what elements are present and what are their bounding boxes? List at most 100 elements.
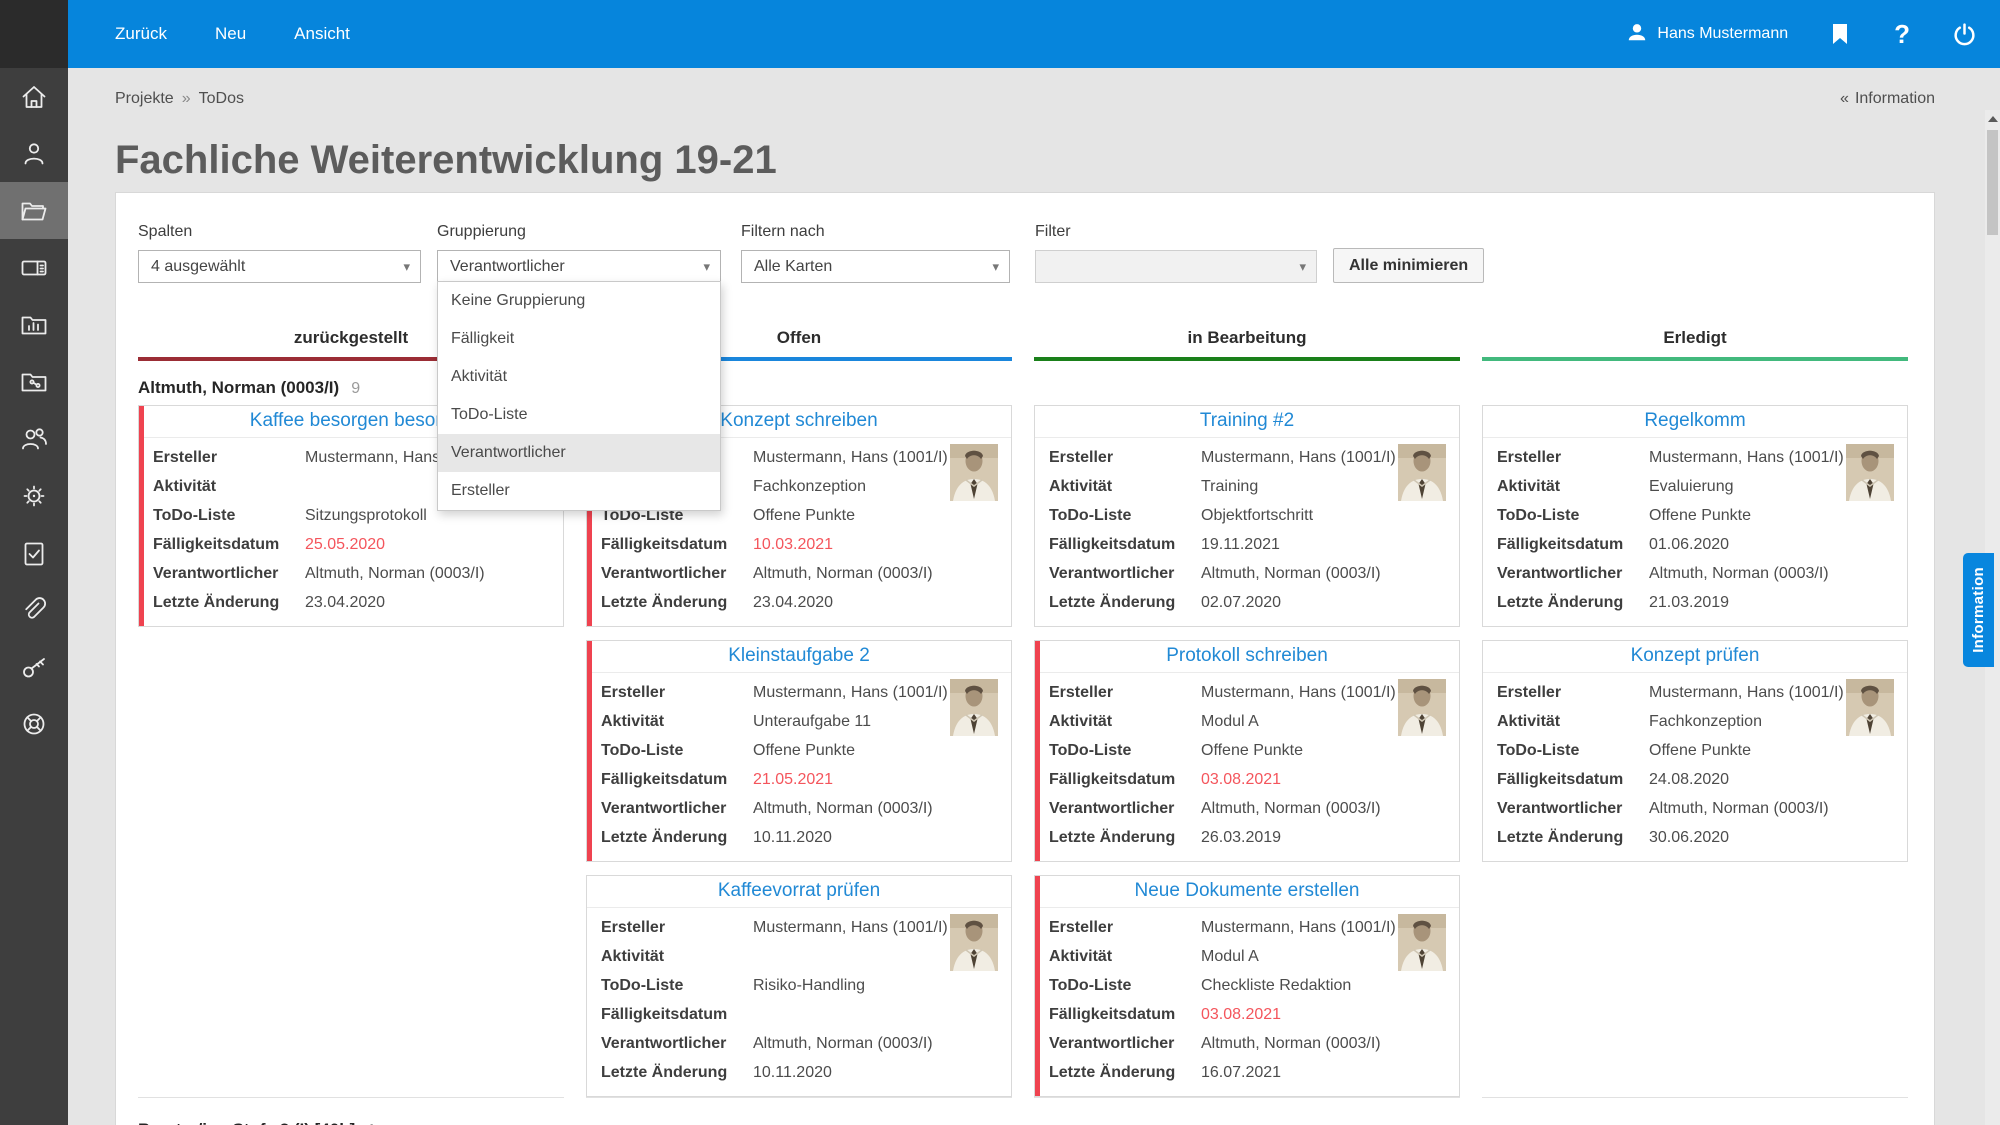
todo-card-fields: ErstellerMustermann, Hans (1001/I)Aktivi… <box>1483 438 1907 626</box>
sidebar-item-reports[interactable] <box>0 296 68 353</box>
todo-card-fields: ErstellerMustermann, Hans (1001/I)Aktivi… <box>1035 673 1459 861</box>
breadcrumb-todos[interactable]: ToDos <box>199 90 244 107</box>
scroll-up-arrow[interactable] <box>1988 116 1998 122</box>
user-icon <box>1626 21 1648 48</box>
field-label: Aktivität <box>1497 707 1649 736</box>
field-label: Fälligkeitsdatum <box>601 530 753 559</box>
gruppierung-option-keine-gruppierung[interactable]: Keine Gruppierung <box>438 282 720 320</box>
gruppierung-option-verantwortlicher[interactable]: Verantwortlicher <box>438 434 720 472</box>
bookmark-icon[interactable] <box>1830 22 1850 46</box>
chevron-down-icon: ▾ <box>703 259 710 275</box>
todo-card[interactable]: Kleinstaufgabe 2ErstellerMustermann, Han… <box>586 640 1012 862</box>
field-label: Ersteller <box>1497 678 1649 707</box>
information-tab[interactable]: Information <box>1963 553 1994 667</box>
todo-card[interactable]: Neue Dokumente erstellenErstellerMusterm… <box>1034 875 1460 1097</box>
chevron-down-icon: ▾ <box>403 259 410 275</box>
field-value: 25.05.2020 <box>305 530 549 559</box>
help-icon[interactable]: ? <box>1894 19 1910 50</box>
sidebar-item-settings[interactable] <box>0 467 68 524</box>
field-value: Altmuth, Norman (0003/I) <box>1201 559 1445 588</box>
field-label: ToDo-Liste <box>1049 971 1201 1000</box>
spalten-select[interactable]: 4 ausgewählt ▾ <box>138 250 421 283</box>
avatar <box>1398 914 1446 971</box>
user-menu[interactable]: Hans Mustermann <box>1626 21 1788 48</box>
field-value: Altmuth, Norman (0003/I) <box>753 1029 997 1058</box>
field-value: 23.04.2020 <box>305 588 549 617</box>
field-value <box>753 1000 997 1029</box>
scrollbar-thumb[interactable] <box>1987 130 1998 235</box>
filtern-nach-select-value: Alle Karten <box>754 258 832 276</box>
field-value: 21.05.2021 <box>753 765 997 794</box>
todo-card-title[interactable]: Kaffeevorrat prüfen <box>587 876 1011 908</box>
sidebar-item-cards[interactable] <box>0 239 68 296</box>
field-label: Ersteller <box>1049 913 1201 942</box>
breadcrumb-projekte[interactable]: Projekte <box>115 90 174 107</box>
group-header[interactable]: Berater/in - Stufe 3 (I) [40h]1 <box>138 1120 1912 1125</box>
todo-card[interactable]: Konzept prüfenErstellerMustermann, Hans … <box>1482 640 1908 862</box>
sidebar-item-documents[interactable] <box>0 353 68 410</box>
user-name: Hans Mustermann <box>1657 25 1788 43</box>
group-header[interactable]: Altmuth, Norman (0003/I)9 <box>138 378 1912 398</box>
folder-open-icon <box>18 195 50 227</box>
todo-card-title[interactable]: Regelkomm <box>1483 406 1907 438</box>
sidebar-corner <box>0 0 68 68</box>
filtern-nach-select[interactable]: Alle Karten ▾ <box>741 250 1010 283</box>
logout-icon[interactable] <box>1952 22 1977 47</box>
key-icon <box>18 651 50 683</box>
field-label: Ersteller <box>1497 443 1649 472</box>
filter-select[interactable]: ▾ <box>1035 250 1317 283</box>
gruppierung-option-aktivität[interactable]: Aktivität <box>438 358 720 396</box>
field-label: ToDo-Liste <box>601 971 753 1000</box>
field-label: Aktivität <box>153 472 305 501</box>
field-label: Verantwortlicher <box>601 1029 753 1058</box>
avatar <box>950 444 998 501</box>
field-label: ToDo-Liste <box>153 501 305 530</box>
sidebar-item-team[interactable] <box>0 410 68 467</box>
gruppierung-option-todo-liste[interactable]: ToDo-Liste <box>438 396 720 434</box>
todo-card[interactable]: RegelkommErstellerMustermann, Hans (1001… <box>1482 405 1908 627</box>
field-value: Altmuth, Norman (0003/I) <box>753 559 997 588</box>
field-value: 30.06.2020 <box>1649 823 1893 852</box>
todo-card-title[interactable]: Neue Dokumente erstellen <box>1035 876 1459 908</box>
field-label: Letzte Änderung <box>1049 1058 1201 1087</box>
menu-item-neu[interactable]: Neu <box>215 24 246 44</box>
todo-card[interactable]: Protokoll schreibenErstellerMustermann, … <box>1034 640 1460 862</box>
todo-card-title[interactable]: Training #2 <box>1035 406 1459 438</box>
menu-item-ansicht[interactable]: Ansicht <box>294 24 350 44</box>
board-controls: Spalten 4 ausgewählt ▾ Gruppierung Veran… <box>138 223 1912 283</box>
todo-card-title[interactable]: Protokoll schreiben <box>1035 641 1459 673</box>
sidebar-item-attachments[interactable] <box>0 581 68 638</box>
column-header-erledigt[interactable]: Erledigt <box>1482 328 1908 361</box>
todo-card-title[interactable]: Kleinstaufgabe 2 <box>587 641 1011 673</box>
alle-minimieren-button[interactable]: Alle minimieren <box>1333 248 1484 283</box>
sidebar-item-projects[interactable] <box>0 182 68 239</box>
field-label: ToDo-Liste <box>1497 736 1649 765</box>
sidebar-item-contacts[interactable] <box>0 125 68 182</box>
field-label: Ersteller <box>1049 443 1201 472</box>
todo-card-title[interactable]: Konzept prüfen <box>1483 641 1907 673</box>
field-label: Letzte Änderung <box>1497 823 1649 852</box>
sidebar-item-permissions[interactable] <box>0 638 68 695</box>
group-title: Altmuth, Norman (0003/I) <box>138 378 339 397</box>
todo-card[interactable]: Kaffeevorrat prüfenErstellerMustermann, … <box>586 875 1012 1097</box>
home-icon <box>18 81 50 113</box>
chevron-down-icon: ▾ <box>1299 259 1306 275</box>
field-label: Verantwortlicher <box>1049 559 1201 588</box>
gruppierung-select[interactable]: Verantwortlicher ▾ <box>437 250 721 283</box>
field-label: Ersteller <box>601 913 753 942</box>
todo-card[interactable]: Training #2ErstellerMustermann, Hans (10… <box>1034 405 1460 627</box>
folder-chart-icon <box>18 309 50 341</box>
sidebar-item-tasks[interactable] <box>0 524 68 581</box>
field-label: Fälligkeitsdatum <box>1497 530 1649 559</box>
gruppierung-option-ersteller[interactable]: Ersteller <box>438 472 720 510</box>
filtern-nach-label: Filtern nach <box>741 223 1010 241</box>
menu-item-zurück[interactable]: Zurück <box>115 24 167 44</box>
gruppierung-option-fälligkeit[interactable]: Fälligkeit <box>438 320 720 358</box>
sidebar-item-home[interactable] <box>0 68 68 125</box>
sidebar-item-support[interactable] <box>0 695 68 752</box>
column-header-in-bearbeitung[interactable]: in Bearbeitung <box>1034 328 1460 361</box>
chevron-down-icon: ▾ <box>992 259 999 275</box>
information-collapse-link[interactable]: «Information <box>1840 90 1935 108</box>
field-value: 23.04.2020 <box>753 588 997 617</box>
field-value: 10.03.2021 <box>753 530 997 559</box>
